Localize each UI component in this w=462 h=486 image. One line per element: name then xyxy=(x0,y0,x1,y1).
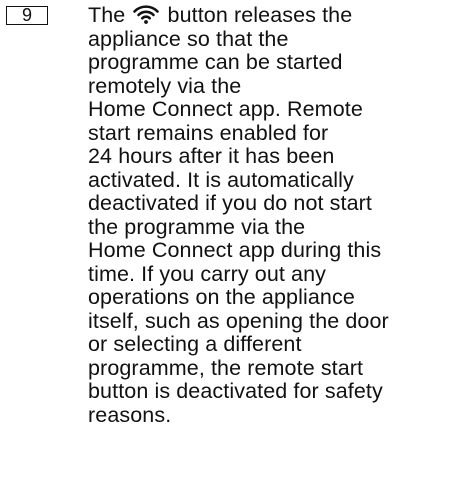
text-line: the programme via the xyxy=(88,214,306,239)
text-line: or selecting a different xyxy=(88,332,302,356)
text-line: deactivated if you do not start xyxy=(88,191,372,215)
numbered-item: 9 The button releases the appliance so t… xyxy=(0,0,462,486)
text-line: programme can be started xyxy=(88,50,343,74)
text-line: Home Connect app. Remote xyxy=(88,97,363,121)
text-line: The button releases the xyxy=(88,3,458,28)
text-line: Home Connect app during this xyxy=(88,238,382,262)
text-fragment: The xyxy=(88,3,126,27)
text-line: activated. It is automatically xyxy=(88,167,354,192)
text-line: operations on the appliance xyxy=(88,285,355,309)
text-line: appliance so that the xyxy=(88,26,289,51)
item-description: The button releases the appliance so tha… xyxy=(88,3,458,427)
text-line: itself, such as opening the door xyxy=(88,308,389,333)
wifi-icon xyxy=(133,5,160,24)
text-line: time. If you carry out any xyxy=(88,261,326,286)
text-line: remotely via the xyxy=(88,73,242,98)
text-line: 24 hours after it has been xyxy=(88,144,335,168)
item-number-box: 9 xyxy=(6,6,48,25)
text-line: button is deactivated for safety xyxy=(88,379,383,403)
text-line: programme, the remote start xyxy=(88,355,364,380)
text-line: start remains enabled for xyxy=(88,120,329,145)
text-fragment: button releases the xyxy=(167,3,353,27)
text-line: reasons. xyxy=(88,402,172,427)
